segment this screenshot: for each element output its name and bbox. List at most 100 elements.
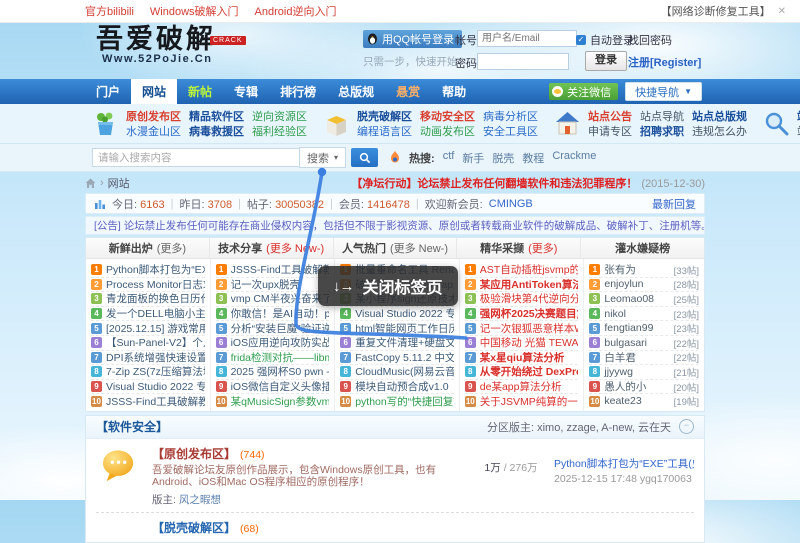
topic-item[interactable]: 7某x星qiu算法分析: [465, 351, 579, 366]
topic-item[interactable]: 5分析“安装巨魔”验证逆向: [216, 321, 330, 336]
member-link[interactable]: fengtian99: [604, 322, 653, 334]
topic-link[interactable]: 2025 强网杯S0 pwn - bph 复: [231, 365, 330, 379]
category-link[interactable]: 病毒分析区: [483, 108, 538, 124]
topic-item[interactable]: 7FastCopy 5.11.2 中文绿色: [340, 351, 454, 366]
topic-item[interactable]: 4强网杯2025决赛题目复现: [465, 307, 579, 322]
topic-item[interactable]: 4Visual Studio 2022 专业: [340, 307, 454, 322]
search-button[interactable]: [351, 148, 378, 167]
topic-link[interactable]: JSSS-Find工具破解教程 (一: [106, 394, 205, 408]
topic-item[interactable]: 6【Sun-Panel-V2】个人NAS导: [91, 336, 205, 351]
account-input[interactable]: [477, 30, 577, 47]
forum-title[interactable]: 【脱壳破解区】: [152, 521, 236, 535]
nav-tab-悬赏[interactable]: 悬赏: [385, 79, 431, 104]
topic-item[interactable]: 10JSSS-Find工具破解教程 (一: [91, 394, 205, 408]
category-link[interactable]: 站点总版规: [692, 108, 747, 124]
forum-title[interactable]: 【原创发布区】: [152, 447, 236, 461]
more-link[interactable]: (更多 New-): [390, 240, 448, 256]
member-link[interactable]: bulgasari: [604, 337, 647, 349]
topic-item[interactable]: 3vmp CM半夜兴奋来了,不: [216, 292, 330, 307]
topic-item[interactable]: 82025 强网杯S0 pwn - bph 复: [216, 365, 330, 380]
topbar-link[interactable]: 官方bilibili: [85, 6, 134, 18]
topic-item[interactable]: 2某应用AntiToken算法分析: [465, 278, 579, 293]
more-link[interactable]: (更多 New-): [266, 240, 324, 256]
topic-item[interactable]: 1AST自动插桩jsvmp的简单实: [465, 263, 579, 278]
topic-item[interactable]: 5记一次银狐恶意样本Window: [465, 321, 579, 336]
topic-link[interactable]: 中国移动 光猫 TEWA-7560B: [480, 336, 579, 350]
topic-item[interactable]: 10python写的“快捷回复”、“客: [340, 394, 454, 408]
member-link[interactable]: 愚人的小: [604, 380, 646, 394]
topic-link[interactable]: 某qMusicSign参数vmp逆向: [231, 394, 330, 408]
category-link[interactable]: 原创发布区: [126, 108, 181, 124]
find-password-link[interactable]: 找回密码: [628, 32, 672, 48]
latest-post-link[interactable]: Python脚本打包为“EXE”工具(史 ...: [554, 456, 694, 471]
category-link[interactable]: 水漫金山区: [126, 123, 181, 139]
new-member-link[interactable]: CMINGB: [489, 198, 533, 210]
topic-link[interactable]: 你敢信！是AI自动！pyt: [231, 307, 330, 321]
topic-link[interactable]: Visual Studio 2022 专业: [355, 307, 454, 321]
topic-item[interactable]: 10某qMusicSign参数vmp逆向: [216, 394, 330, 408]
register-link[interactable]: 注册[Register]: [628, 54, 701, 70]
topic-link[interactable]: 极验滑块第4代逆向分析: [480, 292, 579, 306]
nav-tab-总版规[interactable]: 总版规: [327, 79, 385, 104]
rank-item[interactable]: 6bulgasari[22帖]: [589, 336, 699, 351]
topic-link[interactable]: JSSS-Find工具破解教程 (一: [231, 263, 330, 277]
topic-item[interactable]: 9Visual Studio 2022 专业版 社: [91, 380, 205, 395]
topic-item[interactable]: 4发一个DELL电脑小主机用的: [91, 307, 205, 322]
category-link[interactable]: 招聘求职: [640, 123, 684, 139]
hot-search-link[interactable]: 脱壳: [492, 150, 514, 166]
site-logo[interactable]: 吾爱破解CRACK Www.52PoJie.Cn: [96, 26, 246, 65]
topic-item[interactable]: 6iOS应用逆向攻防实战-雅俗共: [216, 336, 330, 351]
topic-item[interactable]: 9模块自动预合成v1.0: [340, 380, 454, 395]
rank-item[interactable]: 2enjoylun[28帖]: [589, 278, 699, 293]
topic-link[interactable]: 模块自动预合成v1.0: [355, 380, 448, 394]
topic-link[interactable]: 重复文件清理+硬盘文件分析: [355, 336, 454, 350]
rank-item[interactable]: 3Leomao08[25帖]: [589, 292, 699, 307]
topic-item[interactable]: 7frida检测对抗——libmsa: [216, 351, 330, 366]
topic-link[interactable]: CloudMusic(网易云音乐)_v3.: [355, 365, 454, 379]
topic-link[interactable]: de某app算法分析: [480, 380, 562, 394]
topic-item[interactable]: 8从零开始绕过 DexProtector: [465, 365, 579, 380]
topic-link[interactable]: 发一个DELL电脑小主机用的: [106, 307, 205, 321]
latest-replies-link[interactable]: 最新回复: [652, 196, 696, 212]
hot-search-link[interactable]: 教程: [522, 150, 544, 166]
topic-item[interactable]: 7DPI系统增强快速设置工具v1.: [91, 351, 205, 366]
category-link[interactable]: 移动安全区: [420, 108, 475, 124]
topic-item[interactable]: 1批量重命名工具 Renamer v1.: [340, 263, 454, 278]
nav-tab-帮助[interactable]: 帮助: [431, 79, 477, 104]
topic-item[interactable]: 10关于JSVMP纯算的一些取巧方: [465, 394, 579, 408]
category-link[interactable]: 逆向资源区: [252, 108, 307, 124]
topic-link[interactable]: 从零开始绕过 DexProtector: [480, 365, 579, 379]
close-icon[interactable]: ✕: [778, 6, 786, 17]
topic-item[interactable]: 3某小程序sign还原技术: [340, 292, 454, 307]
home-icon[interactable]: [85, 178, 96, 189]
topic-item[interactable]: 5[2025.12.15] 游戏常用运行库: [91, 321, 205, 336]
member-link[interactable]: Leomao08: [604, 293, 654, 305]
topic-item[interactable]: 1JSSS-Find工具破解教程 (一: [216, 263, 330, 278]
topic-link[interactable]: 关于JSVMP纯算的一些取巧方: [480, 394, 579, 408]
member-link[interactable]: enjoylun: [604, 278, 643, 290]
topic-link[interactable]: iOS微信自定义头像插件逆向: [231, 380, 330, 394]
topic-link[interactable]: 分析“安装巨魔”验证逆向: [231, 321, 330, 335]
category-link[interactable]: 脱壳破解区: [357, 108, 412, 124]
topic-link[interactable]: Visual Studio 2022 专业版 社: [106, 380, 205, 394]
qq-login-button[interactable]: 用QQ帐号登录: [363, 30, 462, 48]
topic-item[interactable]: 6重复文件清理+硬盘文件分析: [340, 336, 454, 351]
topic-item[interactable]: 8CloudMusic(网易云音乐)_v3.: [340, 365, 454, 380]
member-link[interactable]: 张有为: [604, 263, 636, 277]
topic-link[interactable]: frida检测对抗——libmsa: [231, 351, 330, 365]
topic-link[interactable]: 强网杯2025决赛题目复现: [480, 307, 579, 321]
topic-link[interactable]: [2025.12.15] 游戏常用运行库: [106, 321, 205, 335]
hot-search-link[interactable]: 新手: [462, 150, 484, 166]
nav-tab-专辑[interactable]: 专辑: [223, 79, 269, 104]
forum-notice[interactable]: 【净坛行动】论坛禁止发布任何翻墙软件和违法犯罪程序！(2015-12-30): [351, 175, 705, 191]
member-link[interactable]: jjyywg: [604, 366, 633, 378]
topbar-link[interactable]: Windows破解入门: [150, 6, 239, 18]
topic-link[interactable]: DPI系统增强快速设置工具v1.: [106, 351, 205, 365]
topic-item[interactable]: 9iOS微信自定义头像插件逆向: [216, 380, 330, 395]
topic-link[interactable]: Process Monitor日志求助: [106, 278, 205, 292]
search-type-select[interactable]: 搜索▾: [299, 147, 346, 168]
section-moderators[interactable]: 分区版主: ximo, zzage, A-new, 云在天: [487, 419, 671, 435]
rank-item[interactable]: 5fengtian99[23帖]: [589, 321, 699, 336]
nav-tab-新帖[interactable]: 新帖: [177, 79, 223, 104]
category-link[interactable]: 病毒救援区: [189, 123, 244, 139]
